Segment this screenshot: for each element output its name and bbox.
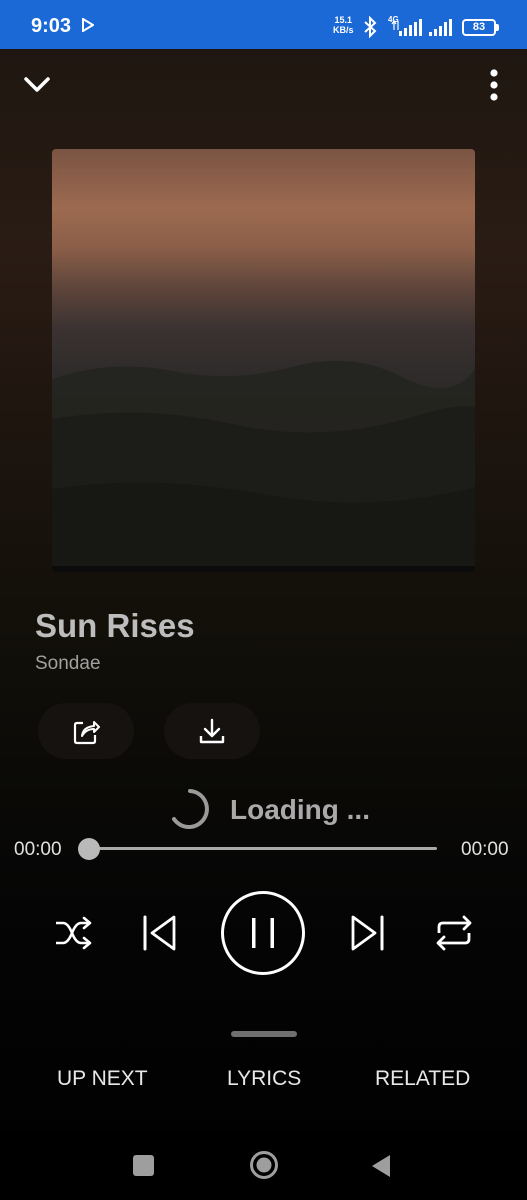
more-vertical-icon[interactable] bbox=[480, 66, 508, 106]
bluetooth-icon bbox=[364, 16, 377, 38]
net-speed: 15.1 KB/s bbox=[333, 15, 354, 35]
music-player-screen: 9:03 15.1 KB/s 4G 83 Sun Rises Sondae Lo… bbox=[0, 0, 527, 1200]
pause-button[interactable] bbox=[221, 891, 305, 975]
signal-icon bbox=[391, 19, 422, 36]
album-art bbox=[52, 149, 475, 572]
current-time: 00:00 bbox=[14, 839, 62, 860]
tab-up-next[interactable]: UP NEXT bbox=[57, 1067, 148, 1091]
skip-next-icon[interactable] bbox=[347, 911, 387, 955]
chevron-down-icon[interactable] bbox=[19, 66, 55, 102]
album-art-edge bbox=[52, 566, 475, 572]
tab-lyrics[interactable]: LYRICS bbox=[227, 1067, 301, 1091]
status-time: 9:03 bbox=[31, 15, 72, 37]
circle-icon[interactable] bbox=[249, 1150, 279, 1180]
square-icon[interactable] bbox=[133, 1155, 154, 1176]
play-notification-icon bbox=[82, 18, 94, 32]
signal-icon bbox=[429, 19, 452, 36]
net-speed-value: 15.1 bbox=[334, 15, 353, 25]
status-bar: 9:03 15.1 KB/s 4G 83 bbox=[0, 0, 527, 49]
artist-name[interactable]: Sondae bbox=[35, 653, 101, 675]
pause-icon bbox=[252, 918, 274, 948]
skip-previous-icon[interactable] bbox=[140, 911, 180, 955]
tab-related[interactable]: RELATED bbox=[375, 1067, 470, 1091]
triangle-back-icon[interactable] bbox=[370, 1153, 392, 1179]
seek-bar-thumb[interactable] bbox=[78, 838, 100, 860]
loading-text: Loading ... bbox=[230, 794, 370, 825]
song-title: Sun Rises bbox=[35, 607, 195, 644]
download-icon bbox=[199, 718, 225, 744]
shuffle-icon[interactable] bbox=[53, 913, 93, 953]
battery-tip bbox=[496, 24, 499, 31]
total-time: 00:00 bbox=[461, 839, 509, 860]
loading-spinner-icon bbox=[172, 789, 209, 829]
sheet-drag-handle[interactable] bbox=[231, 1031, 297, 1037]
album-art-landscape bbox=[52, 360, 475, 572]
net-speed-unit: KB/s bbox=[333, 25, 354, 35]
seek-bar[interactable] bbox=[89, 847, 437, 850]
battery-icon: 83 bbox=[462, 19, 496, 36]
download-button[interactable] bbox=[164, 703, 260, 759]
repeat-icon[interactable] bbox=[433, 913, 475, 953]
share-button[interactable] bbox=[38, 703, 134, 759]
share-icon bbox=[73, 721, 100, 745]
